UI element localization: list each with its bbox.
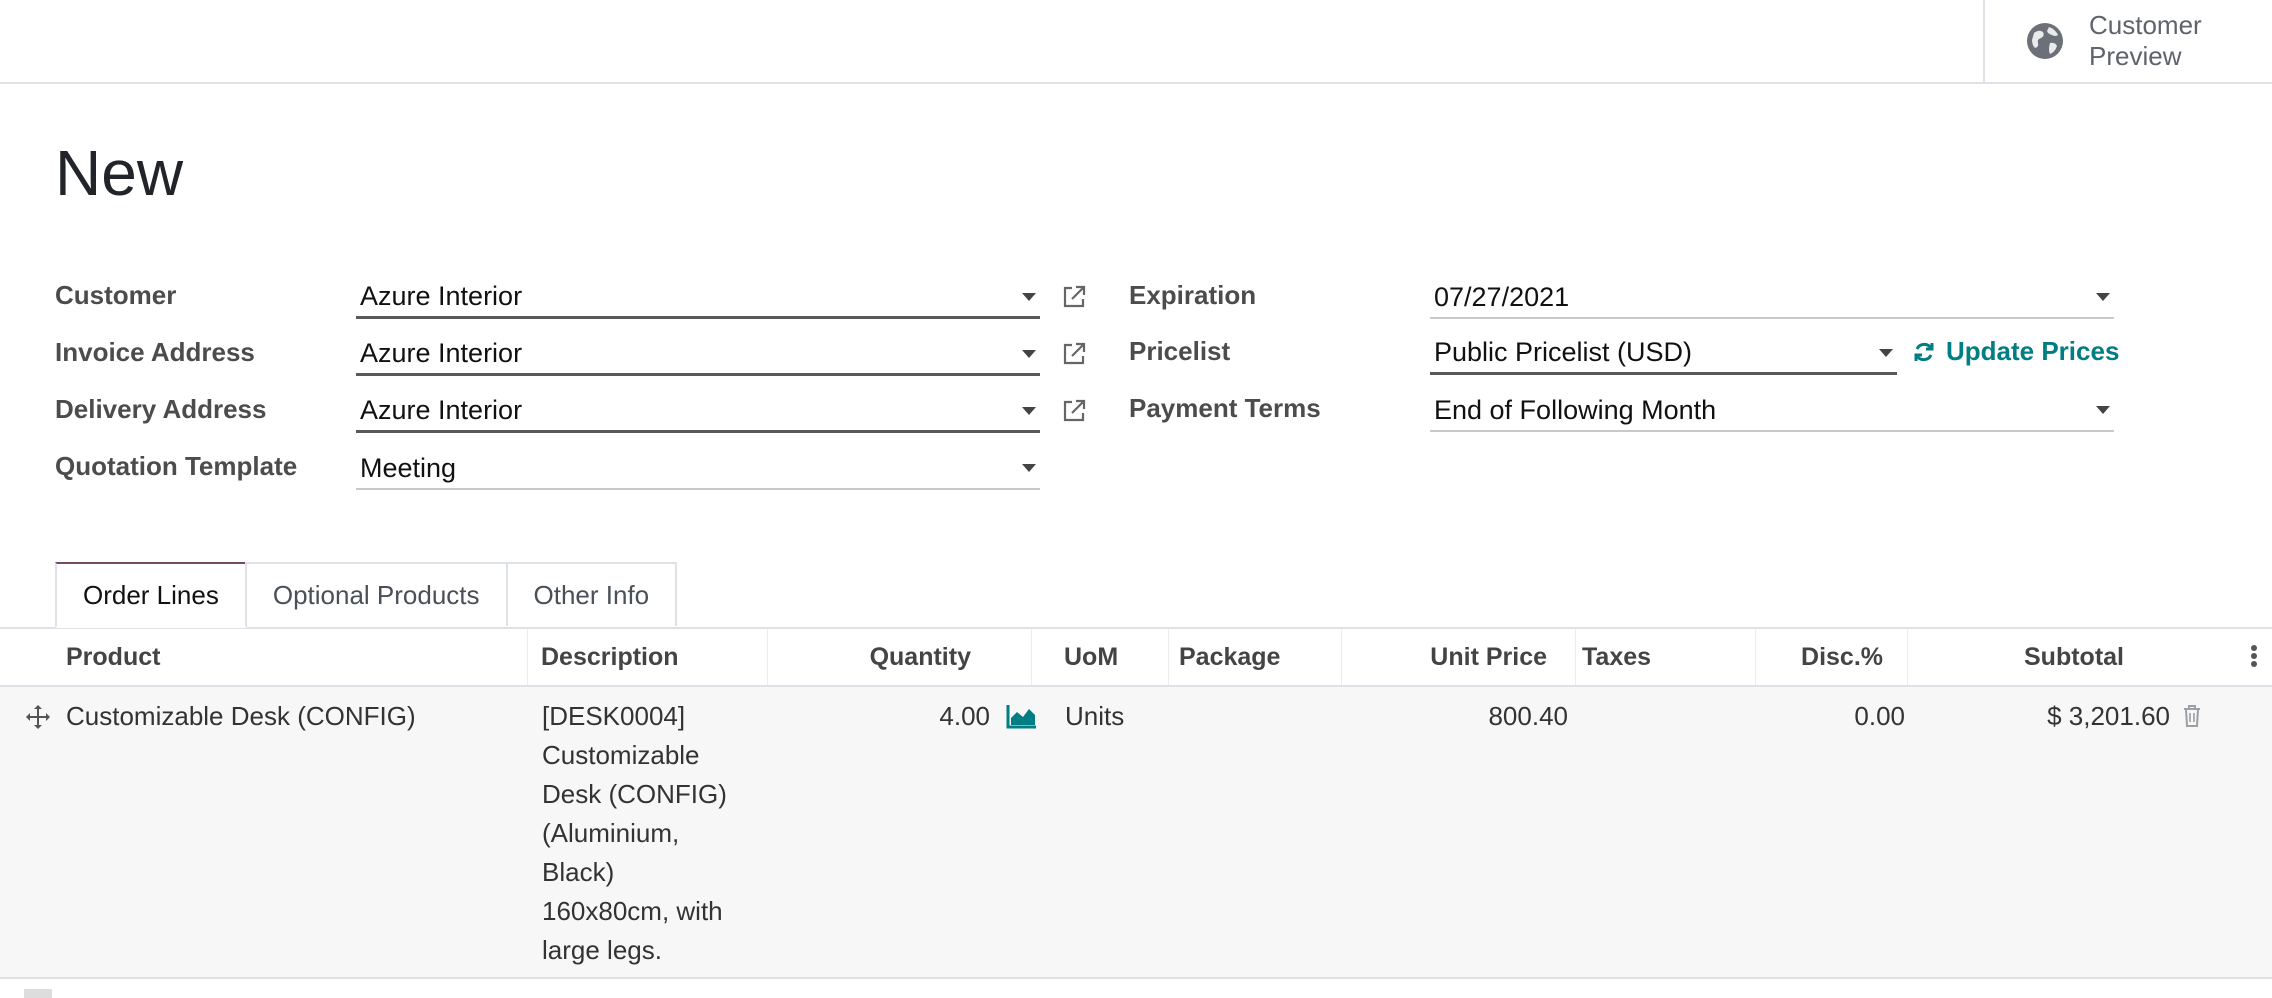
update-prices-label: Update Prices [1946, 336, 2120, 366]
column-header-product[interactable]: Product [0, 629, 528, 685]
payment-terms-label: Payment Terms [1129, 393, 1321, 423]
forecast-chart-icon[interactable] [1006, 703, 1038, 729]
tab-other-info[interactable]: Other Info [505, 562, 678, 626]
external-link-icon[interactable] [1060, 397, 1088, 425]
chevron-down-icon[interactable] [1022, 349, 1036, 358]
update-prices-button[interactable]: Update Prices [1912, 336, 2119, 367]
control-panel: Customer Preview [0, 0, 2272, 84]
order-lines-header: Product Description Quantity UoM Package… [0, 629, 2272, 687]
expiration-value: 07/27/2021 [1434, 281, 1570, 312]
quantity-cell[interactable]: 4.00 [860, 697, 990, 736]
subtotal-cell: $ 3,201.60 [2047, 701, 2170, 731]
optional-columns-icon[interactable] [2248, 643, 2260, 671]
external-link-icon[interactable] [1060, 283, 1088, 311]
column-header-description[interactable]: Description [528, 629, 768, 685]
tab-optional-products[interactable]: Optional Products [244, 562, 508, 626]
trash-icon[interactable] [2182, 704, 2202, 728]
tab-order-lines[interactable]: Order Lines [55, 562, 247, 628]
description-cell[interactable]: [DESK0004] Customizable Desk (CONFIG) (A… [542, 697, 752, 970]
pricelist-field[interactable]: Public Pricelist (USD) [1430, 333, 1897, 375]
delivery-address-value: Azure Interior [360, 395, 523, 425]
column-header-taxes[interactable]: Taxes [1576, 629, 1756, 685]
unit-price-cell[interactable]: 800.40 [1400, 697, 1568, 736]
customer-preview-label: Customer Preview [2089, 10, 2202, 71]
chevron-down-icon[interactable] [2096, 293, 2110, 301]
table-row[interactable]: Customizable Desk (CONFIG) [DESK0004] Cu… [0, 687, 2272, 979]
drag-handle-icon[interactable] [24, 989, 52, 998]
drag-handle-icon[interactable] [24, 703, 52, 731]
column-header-quantity[interactable]: Quantity [768, 629, 1032, 685]
discount-cell[interactable]: 0.00 [1760, 697, 1905, 736]
chevron-down-icon[interactable] [1022, 292, 1036, 301]
payment-terms-field[interactable]: End of Following Month [1430, 390, 2114, 432]
customer-label: Customer [55, 280, 177, 310]
column-header-uom[interactable]: UoM [1032, 629, 1169, 685]
delivery-address-field[interactable]: Azure Interior [356, 391, 1040, 433]
record-title: New [55, 137, 184, 209]
quotation-template-value: Meeting [360, 452, 457, 483]
column-header-subtotal[interactable]: Subtotal [1908, 629, 2126, 685]
column-header-package[interactable]: Package [1169, 629, 1342, 685]
quotation-template-field[interactable]: Meeting [356, 448, 1040, 490]
column-header-discount[interactable]: Disc.% [1756, 629, 1908, 685]
pricelist-label: Pricelist [1129, 336, 1231, 366]
delivery-address-label: Delivery Address [55, 394, 267, 424]
customer-value: Azure Interior [360, 281, 523, 311]
chevron-down-icon[interactable] [1879, 348, 1893, 357]
chevron-down-icon[interactable] [1022, 464, 1036, 472]
payment-terms-value: End of Following Month [1434, 394, 1717, 425]
product-cell[interactable]: Customizable Desk (CONFIG) [66, 697, 416, 736]
chevron-down-icon[interactable] [1022, 406, 1036, 415]
expiration-label: Expiration [1129, 280, 1257, 310]
notebook-tabs: Order Lines Optional Products Other Info [55, 562, 678, 628]
customer-field[interactable]: Azure Interior [356, 277, 1040, 319]
uom-cell[interactable]: Units [1065, 697, 1124, 736]
invoice-address-label: Invoice Address [55, 337, 255, 367]
customer-preview-button[interactable]: Customer Preview [1983, 0, 2269, 82]
external-link-icon[interactable] [1060, 340, 1088, 368]
pricelist-value: Public Pricelist (USD) [1434, 337, 1693, 367]
quotation-template-label: Quotation Template [55, 451, 298, 481]
globe-icon [2027, 23, 2063, 59]
column-header-unit-price[interactable]: Unit Price [1342, 629, 1576, 685]
invoice-address-field[interactable]: Azure Interior [356, 334, 1040, 376]
invoice-address-value: Azure Interior [360, 338, 523, 368]
expiration-field[interactable]: 07/27/2021 [1430, 277, 2114, 319]
refresh-icon [1914, 342, 1934, 361]
table-row[interactable] [0, 979, 2272, 998]
chevron-down-icon[interactable] [2096, 406, 2110, 414]
